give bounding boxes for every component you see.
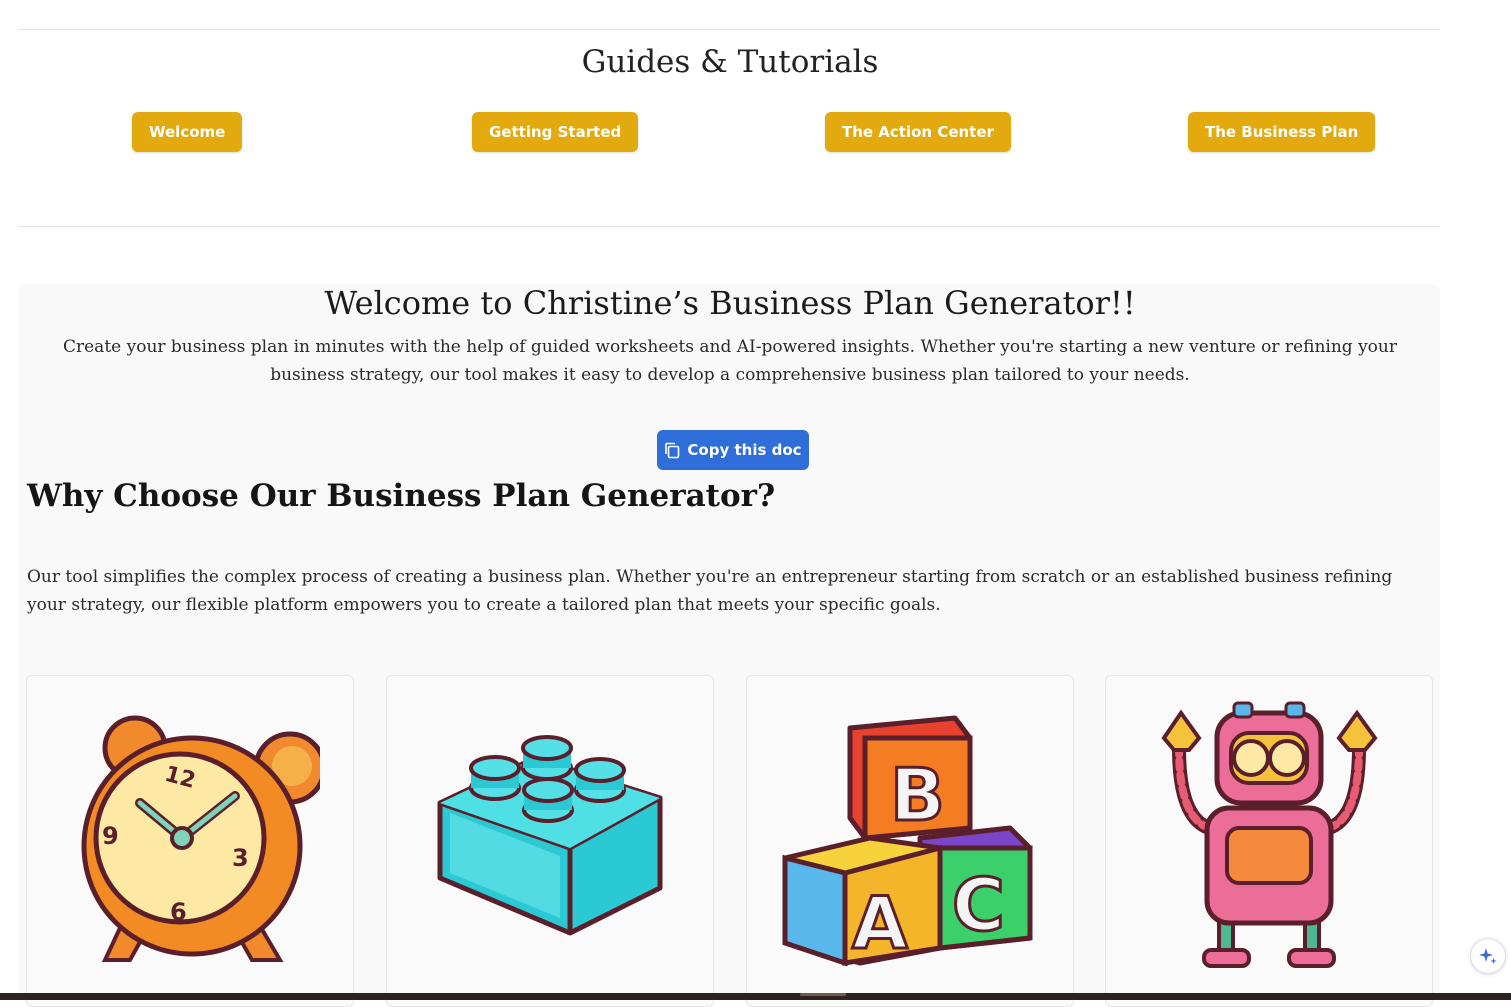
clock-numeral-3: 3	[232, 844, 249, 872]
feature-card-clock: 12 3 6 9	[26, 675, 354, 1007]
clock-numeral-9: 9	[102, 822, 119, 850]
feature-card-abc: B C A	[746, 675, 1074, 1007]
why-title: Why Choose Our Business Plan Generator?	[27, 478, 776, 514]
top-divider	[18, 29, 1440, 30]
business-plan-button[interactable]: The Business Plan	[1188, 112, 1376, 152]
intro-paragraph: Create your business plan in minutes wit…	[62, 337, 1397, 385]
welcome-title: Welcome to Christine’s Business Plan Gen…	[324, 284, 1136, 322]
copy-doc-button[interactable]: Copy this doc	[657, 430, 809, 470]
section-divider	[18, 226, 1440, 227]
copy-doc-label: Copy this doc	[687, 441, 802, 459]
copy-icon	[665, 442, 680, 458]
bottom-bar-handle[interactable]	[800, 993, 846, 996]
action-center-button[interactable]: The Action Center	[825, 112, 1011, 152]
guides-title: Guides & Tutorials	[581, 44, 879, 80]
getting-started-button[interactable]: Getting Started	[472, 112, 639, 152]
block-letter-a: A	[852, 881, 908, 965]
assistant-button[interactable]	[1470, 938, 1506, 974]
bottom-bar	[0, 993, 1511, 1000]
robot-illustration	[1161, 701, 1378, 968]
feature-card-block	[386, 675, 714, 1007]
building-block-illustration	[437, 735, 663, 936]
clock-numeral-6: 6	[170, 898, 187, 926]
sparkle-icon	[1479, 948, 1497, 964]
alarm-clock-illustration: 12 3 6 9	[81, 715, 320, 962]
block-letter-c: C	[952, 863, 1005, 947]
block-letter-b: B	[890, 753, 945, 837]
abc-blocks-illustration: B C A	[782, 715, 1033, 967]
feature-card-robot	[1105, 675, 1433, 1007]
why-paragraph: Our tool simplifies the complex process …	[27, 567, 1393, 615]
welcome-button[interactable]: Welcome	[132, 112, 243, 152]
